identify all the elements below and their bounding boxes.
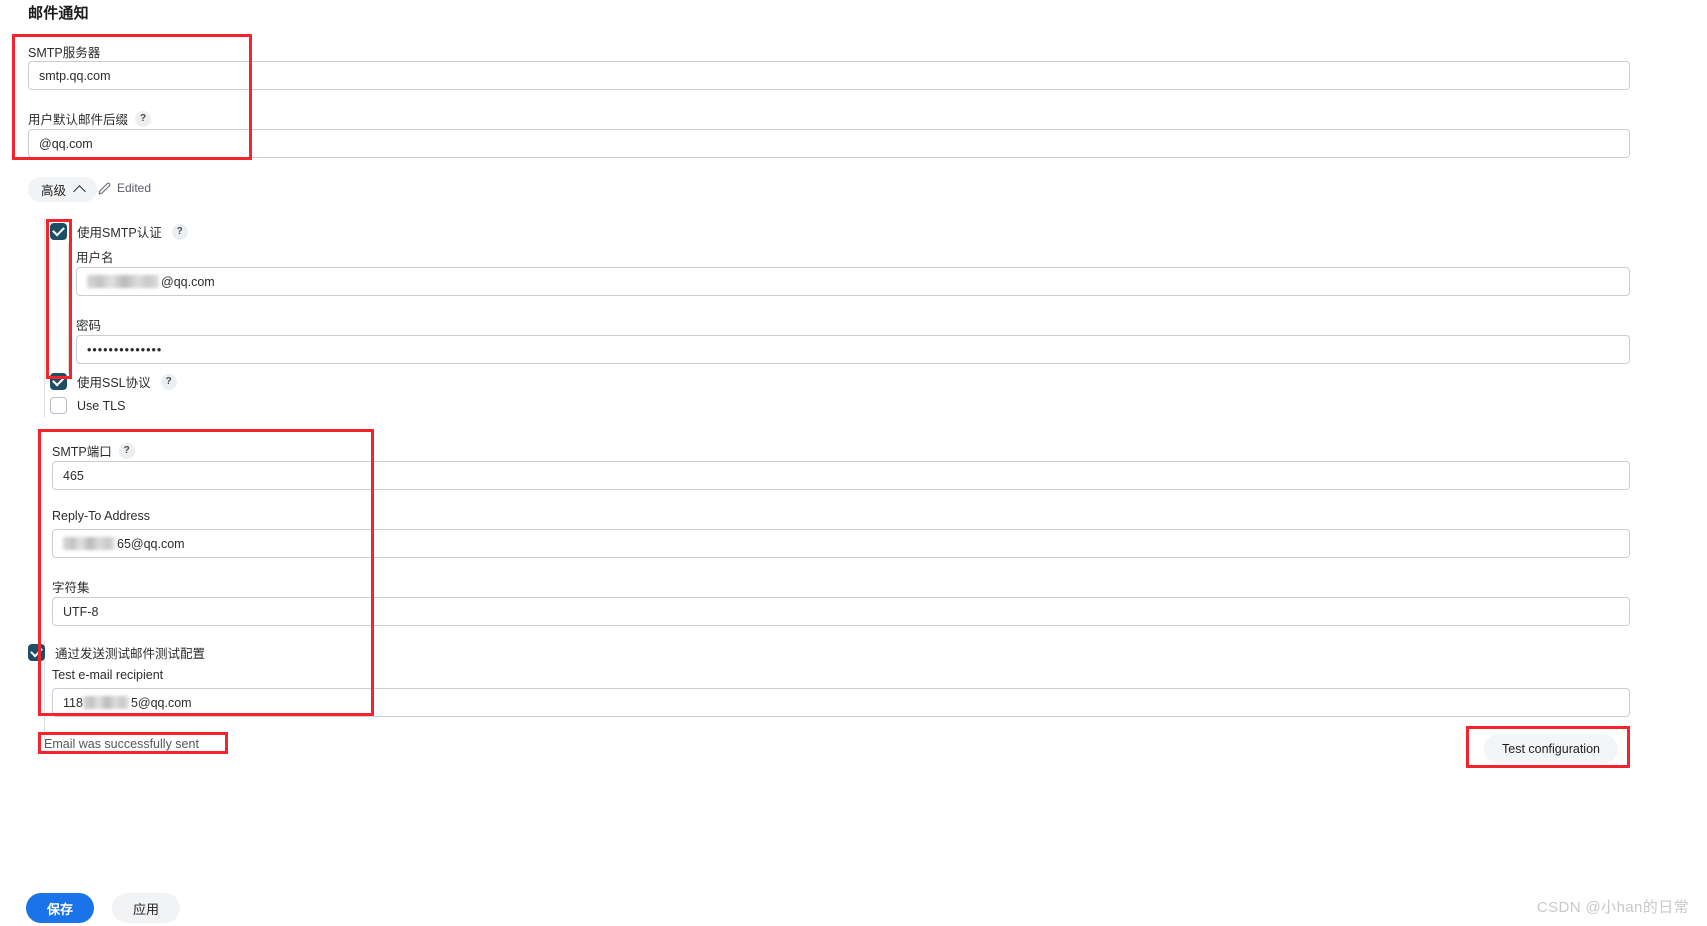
help-icon[interactable]: ?	[171, 223, 188, 240]
smtp-server-label-text: SMTP服务器	[28, 46, 101, 60]
username-input[interactable]: @qq.com	[76, 267, 1630, 296]
smtp-auth-checkbox[interactable]	[50, 223, 67, 240]
password-value: ••••••••••••••	[87, 342, 163, 357]
help-icon[interactable]: ?	[118, 442, 135, 459]
use-ssl-row[interactable]: 使用SSL协议 ?	[50, 372, 177, 391]
edited-indicator: Edited	[98, 181, 151, 195]
email-notification-settings-page: 邮件通知 SMTP服务器 smtp.qq.com 用户默认邮件后缀 ? @qq.…	[0, 0, 1707, 926]
smtp-port-input[interactable]: 465	[52, 461, 1630, 490]
redacted-value	[82, 696, 129, 709]
save-button[interactable]: 保存	[26, 893, 94, 923]
mail-suffix-label-text: 用户默认邮件后缀	[28, 113, 129, 127]
redacted-value	[87, 275, 159, 288]
username-value-suffix: @qq.com	[161, 274, 215, 289]
smtp-port-label-text: SMTP端口	[52, 445, 112, 459]
password-label-text: 密码	[76, 319, 102, 333]
chevron-up-icon	[73, 184, 86, 198]
reply-to-input[interactable]: 65@qq.com	[52, 529, 1630, 558]
page-title: 邮件通知	[28, 5, 89, 22]
indent-guide-inner	[68, 243, 69, 373]
smtp-server-input[interactable]: smtp.qq.com	[28, 61, 1630, 90]
use-tls-row[interactable]: Use TLS	[50, 397, 125, 414]
use-ssl-checkbox[interactable]	[50, 373, 67, 390]
help-icon[interactable]: ?	[135, 110, 152, 127]
password-input[interactable]: ••••••••••••••	[76, 335, 1630, 364]
test-recipient-input[interactable]: 118 5@qq.com	[52, 688, 1630, 717]
test-config-checkbox[interactable]	[28, 644, 45, 661]
charset-label: 字符集	[52, 577, 90, 596]
charset-value: UTF-8	[63, 604, 99, 619]
smtp-auth-label: 使用SMTP认证	[77, 226, 162, 240]
test-configuration-button[interactable]: Test configuration	[1484, 734, 1618, 764]
mail-suffix-value: @qq.com	[39, 136, 93, 151]
use-tls-checkbox[interactable]	[50, 397, 67, 414]
username-label: 用户名	[76, 247, 114, 266]
reply-to-label: Reply-To Address	[52, 509, 150, 523]
mail-suffix-label: 用户默认邮件后缀 ?	[28, 109, 152, 128]
reply-to-value-suffix: 65@qq.com	[117, 536, 185, 551]
redacted-value	[63, 537, 115, 550]
test-config-row[interactable]: 通过发送测试邮件测试配置	[28, 643, 205, 662]
smtp-server-label: SMTP服务器	[28, 42, 100, 61]
reply-to-label-text: Reply-To Address	[52, 509, 150, 523]
password-label: 密码	[76, 315, 101, 334]
apply-button[interactable]: 应用	[112, 893, 180, 923]
edited-label: Edited	[117, 181, 152, 195]
use-tls-label: Use TLS	[77, 398, 126, 413]
advanced-toggle-button[interactable]: 高级	[28, 177, 98, 202]
help-icon[interactable]: ?	[160, 373, 177, 390]
smtp-auth-row[interactable]: 使用SMTP认证 ?	[50, 222, 188, 241]
use-ssl-label: 使用SSL协议	[77, 376, 151, 390]
watermark: CSDN @小han的日常	[1536, 899, 1689, 916]
test-config-label: 通过发送测试邮件测试配置	[55, 647, 206, 661]
charset-label-text: 字符集	[52, 581, 90, 595]
test-recipient-label-text: Test e-mail recipient	[52, 668, 164, 682]
test-recipient-label: Test e-mail recipient	[52, 668, 163, 682]
smtp-port-value: 465	[63, 468, 84, 483]
test-recipient-prefix: 118	[63, 695, 83, 710]
mail-suffix-input[interactable]: @qq.com	[28, 129, 1630, 158]
username-label-text: 用户名	[76, 251, 114, 265]
advanced-label: 高级	[41, 184, 67, 198]
smtp-server-value: smtp.qq.com	[39, 68, 111, 83]
status-message: Email was successfully sent	[44, 737, 199, 751]
pencil-icon	[98, 182, 111, 195]
test-recipient-suffix: 5@qq.com	[130, 695, 192, 710]
smtp-port-label: SMTP端口 ?	[52, 441, 135, 460]
indent-guide-outer	[44, 218, 45, 418]
charset-input[interactable]: UTF-8	[52, 597, 1630, 626]
